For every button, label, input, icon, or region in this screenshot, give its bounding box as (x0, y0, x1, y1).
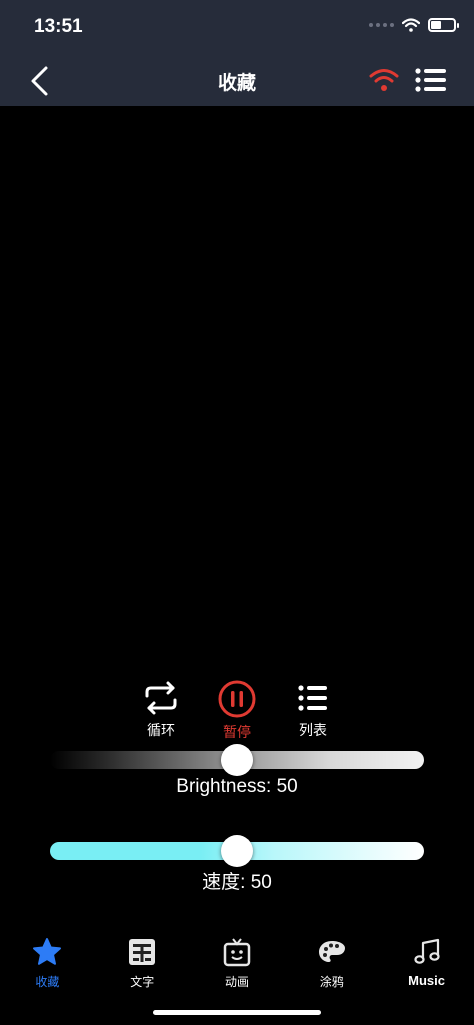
loop-icon (145, 681, 177, 715)
pause-button[interactable]: 暂停 (197, 680, 277, 742)
tab-label-text: 文字 (130, 975, 155, 989)
battery-icon (428, 18, 459, 32)
speed-label: 速度: 50 (202, 872, 272, 893)
wifi-connect-icon[interactable] (368, 66, 400, 94)
pause-label: 暂停 (223, 724, 251, 740)
loop-button[interactable]: 循环 (121, 680, 201, 740)
music-note-icon (413, 938, 440, 964)
text-icon (129, 939, 156, 965)
tab-text[interactable]: 文字 (95, 930, 190, 1000)
tab-label-favorites: 收藏 (35, 975, 60, 989)
home-indicator (153, 1010, 321, 1015)
animation-icon (223, 938, 251, 967)
tab-animation[interactable]: 动画 (190, 930, 285, 1000)
tab-label-animation: 动画 (224, 975, 249, 989)
tab-label-music: Music (408, 973, 445, 988)
status-time: 13:51 (34, 16, 83, 37)
bottom-tab-bar: 收藏 文字 动画 涂鸦 Music (0, 930, 474, 1000)
menu-list-icon[interactable] (414, 67, 448, 93)
tab-favorites[interactable]: 收藏 (0, 930, 95, 1000)
display-preview (0, 106, 474, 666)
tab-label-doodle: 涂鸦 (319, 975, 344, 989)
status-icons (369, 18, 459, 32)
tab-doodle[interactable]: 涂鸦 (284, 930, 379, 1000)
brightness-slider-thumb[interactable] (221, 744, 253, 776)
list-label: 列表 (299, 722, 327, 738)
header: 13:51 收藏 (0, 0, 474, 106)
star-icon (33, 938, 62, 965)
speed-slider-thumb[interactable] (221, 835, 253, 867)
signal-icon (369, 23, 394, 27)
palette-icon (318, 941, 345, 962)
loop-label: 循环 (147, 722, 175, 738)
wifi-status-icon (402, 18, 420, 32)
page-title: 收藏 (217, 73, 256, 94)
list-icon (298, 685, 327, 711)
brightness-label: Brightness: 50 (176, 776, 298, 797)
list-button[interactable]: 列表 (273, 680, 353, 740)
pause-icon (218, 680, 256, 718)
tab-music[interactable]: Music (379, 930, 474, 1000)
